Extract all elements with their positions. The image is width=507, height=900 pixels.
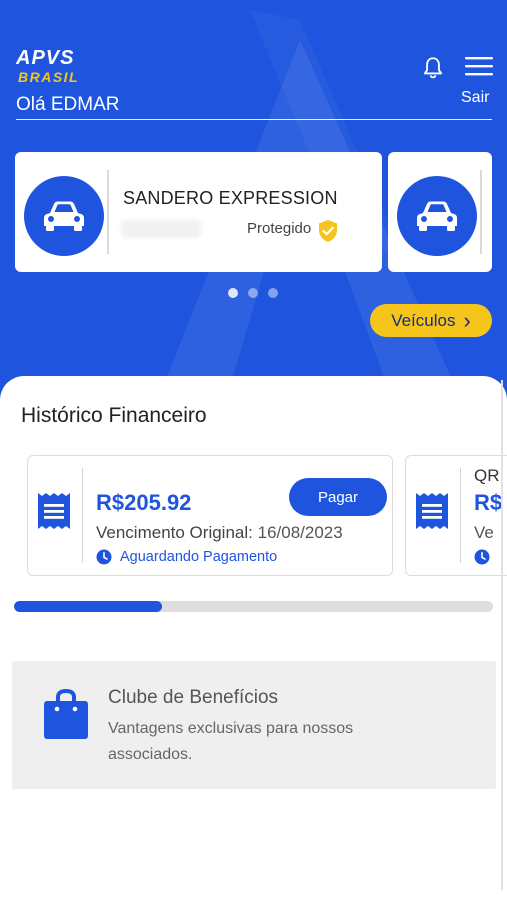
car-icon (44, 201, 84, 231)
progress-fill (14, 601, 163, 612)
carousel-dot[interactable] (268, 288, 278, 298)
menu-icon[interactable] (464, 54, 494, 78)
financial-scroll-progress (14, 601, 493, 612)
logo-line1: APVS (16, 47, 74, 69)
benefits-description: Vantagens exclusivas para nossos associa… (108, 720, 354, 763)
vehicle-status: Protegido (247, 220, 312, 237)
vehicle-plate-redacted (121, 220, 201, 238)
due-date-label: Ve (474, 523, 494, 542)
hero-header: APVS BRASIL Sair Olá EDMAR SANDERO EXPRE… (0, 0, 507, 420)
benefits-club-card[interactable]: Clube de Benefícios Vantagens exclusivas… (12, 661, 496, 789)
car-icon (417, 201, 457, 231)
vehicles-button-label: Veículos (391, 310, 456, 330)
clock-icon (96, 549, 112, 565)
payment-amount: R$205.92 (96, 490, 192, 515)
vehicle-name: SANDERO EXPRESSION (123, 188, 338, 208)
receipt-icon (416, 493, 448, 529)
card-divider (460, 468, 461, 563)
clock-icon (474, 549, 490, 565)
car-avatar (397, 176, 477, 256)
financial-card[interactable]: QR R$ Ve (405, 455, 507, 576)
carousel-dot[interactable] (248, 288, 258, 298)
financial-history-title: Histórico Financeiro (21, 404, 207, 427)
qr-label: QR (474, 466, 500, 485)
pay-button[interactable]: Pagar (289, 478, 387, 516)
carousel-dots (228, 288, 278, 298)
payment-amount: R$ (474, 490, 503, 515)
due-date-row: Vencimento Original: 16/08/2023 (96, 523, 343, 543)
chevron-right-icon: › (463, 307, 471, 333)
receipt-icon (38, 493, 70, 529)
shopping-bag-icon (44, 689, 88, 739)
vehicles-button[interactable]: Veículos › (370, 304, 492, 337)
logout-button[interactable]: Sair (461, 89, 489, 107)
vehicle-card[interactable]: SANDERO EXPRESSION Protegido (15, 152, 382, 272)
benefits-title: Clube de Benefícios (108, 687, 279, 708)
header-divider (16, 119, 492, 120)
apvs-logo: APVS BRASIL (16, 47, 79, 85)
bell-icon[interactable] (420, 55, 446, 81)
scrollbar[interactable] (501, 380, 503, 890)
card-divider (82, 468, 83, 563)
user-greeting: Olá EDMAR (16, 94, 120, 115)
payment-status-text: Aguardando Pagamento (120, 549, 278, 565)
carousel-dot[interactable] (228, 288, 238, 298)
shield-check-icon (319, 220, 337, 242)
logo-line2: BRASIL (18, 69, 79, 85)
due-date-value: 16/08/2023 (257, 523, 343, 542)
payment-status (474, 549, 490, 565)
vehicle-card[interactable] (388, 152, 492, 272)
due-date-label: Vencimento Original: (96, 523, 253, 542)
card-divider (107, 170, 109, 254)
financial-card[interactable]: R$205.92 Vencimento Original: 16/08/2023… (27, 455, 393, 576)
payment-status: Aguardando Pagamento (96, 549, 277, 565)
card-divider (480, 170, 482, 254)
car-avatar (24, 176, 104, 256)
